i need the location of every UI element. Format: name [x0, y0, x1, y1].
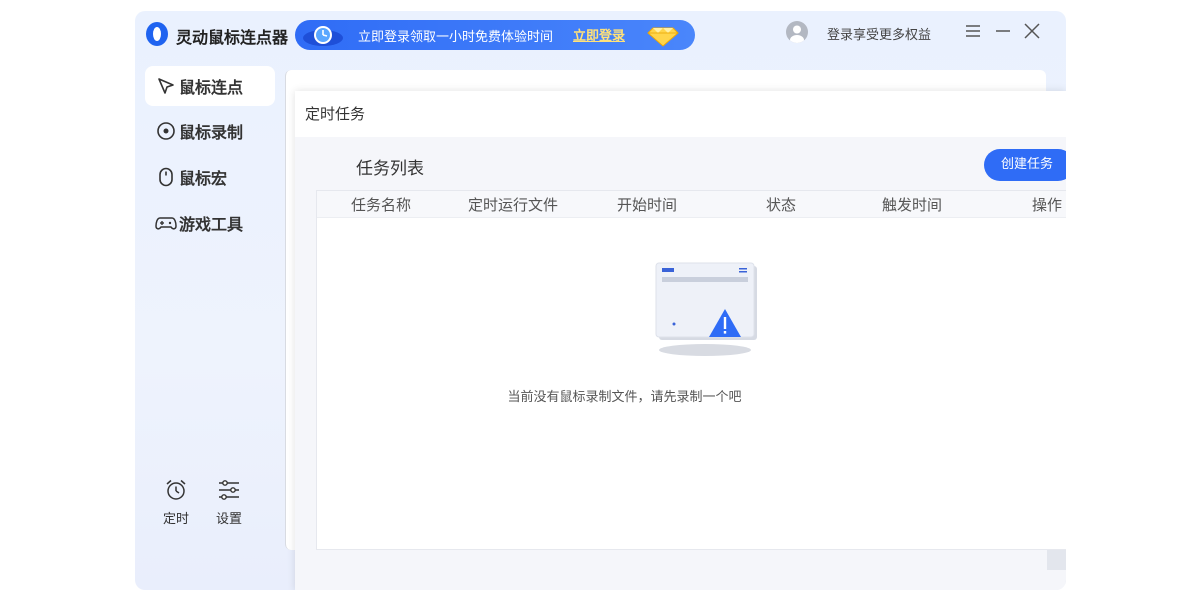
column-header[interactable]: 任务名称 — [351, 194, 411, 215]
column-header[interactable]: 操作 — [1032, 194, 1062, 215]
task-list-title: 任务列表 — [356, 159, 424, 179]
empty-warning-icon — [655, 262, 757, 356]
empty-state-message: 当前没有鼠标录制文件，请先录制一个吧 — [507, 390, 742, 405]
column-header[interactable]: 开始时间 — [617, 194, 677, 215]
gamepad-icon — [155, 212, 177, 234]
sidebar-item-label: 鼠标连点 — [179, 78, 244, 97]
app-title: 灵动鼠标连点器 — [176, 28, 289, 47]
app-logo-icon — [146, 22, 168, 46]
promo-text: 立即登录领取一小时免费体验时间 — [358, 30, 554, 45]
promo-banner[interactable]: 立即登录领取一小时免费体验时间 立即登录 — [295, 20, 695, 50]
create-task-button[interactable]: 创建任务 — [984, 149, 1066, 181]
record-icon — [155, 120, 177, 142]
sidebar-item-label: 鼠标录制 — [179, 123, 244, 142]
settings-button[interactable]: 设置 — [209, 478, 249, 527]
clock-cloud-icon — [303, 26, 343, 46]
column-header[interactable]: 状态 — [766, 194, 796, 215]
column-header[interactable]: 触发时间 — [882, 194, 942, 215]
settings-label: 设置 — [215, 512, 242, 527]
sidebar-item-mouse-click[interactable]: 鼠标连点 — [145, 66, 275, 106]
avatar-icon[interactable] — [786, 21, 808, 43]
scrollbar-corner — [1047, 550, 1066, 570]
cursor-icon — [155, 75, 177, 97]
sidebar-item-label: 游戏工具 — [179, 215, 244, 234]
timer-label: 定时 — [162, 512, 189, 527]
sidebar-item-mouse-macro[interactable]: 鼠标宏 — [145, 157, 275, 197]
sliders-icon — [219, 480, 239, 500]
login-prompt[interactable]: 登录享受更多权益 — [827, 24, 931, 43]
alarm-clock-icon — [166, 479, 186, 500]
scheduled-task-dialog: 定时任务 任务列表 创建任务 任务名称 定时运行文件 开始时间 状态 触发时间 … — [295, 91, 1066, 590]
menu-icon[interactable] — [963, 21, 983, 41]
table-header: 任务名称 定时运行文件 开始时间 状态 触发时间 操作 — [317, 191, 1066, 218]
dialog-title: 定时任务 — [295, 91, 1066, 137]
sidebar-item-label: 鼠标宏 — [179, 169, 228, 188]
column-header[interactable]: 定时运行文件 — [468, 194, 558, 215]
close-icon[interactable] — [1022, 21, 1042, 41]
mouse-icon — [155, 166, 177, 188]
minimize-icon[interactable] — [993, 21, 1013, 41]
timer-button[interactable]: 定时 — [156, 478, 196, 527]
sidebar-item-game-tools[interactable]: 游戏工具 — [145, 203, 275, 243]
app-window: 灵动鼠标连点器 立即登录领取一小时免费体验时间 立即登录 登录享受更多权益 鼠标… — [135, 11, 1066, 590]
promo-login-link[interactable]: 立即登录 — [573, 25, 625, 44]
task-table: 任务名称 定时运行文件 开始时间 状态 触发时间 操作 当前没有鼠标录制文件，请… — [316, 190, 1066, 550]
sidebar-item-mouse-record[interactable]: 鼠标录制 — [145, 111, 275, 151]
diamond-icon — [647, 27, 679, 47]
